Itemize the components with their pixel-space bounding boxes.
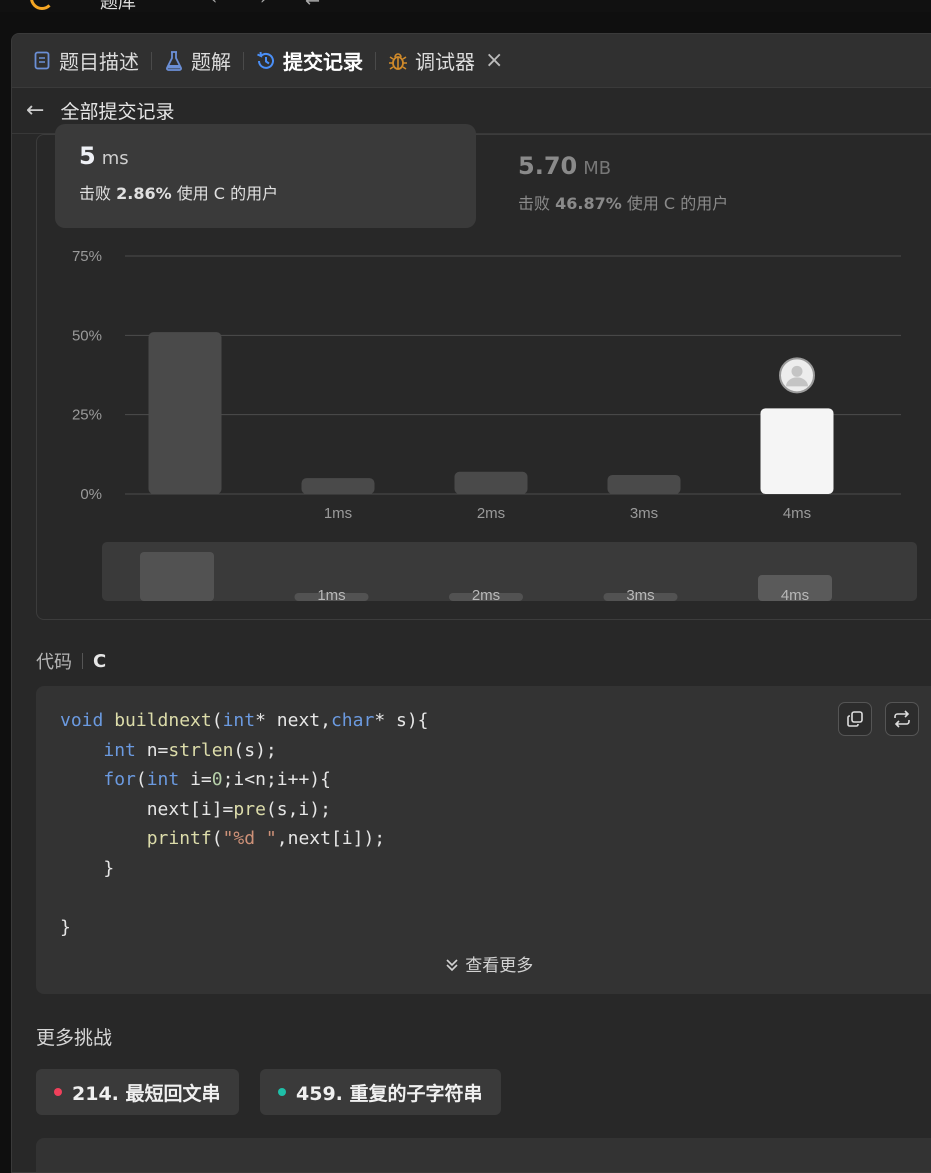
- runtime-card[interactable]: 5 ms 击败 2.86% 使用 C 的用户: [55, 124, 476, 228]
- overview-label: 1ms: [317, 587, 345, 604]
- tab-divider: [243, 51, 244, 70]
- memory-beat-suffix: 使用 C 的用户: [626, 194, 729, 213]
- difficulty-dot: [54, 1088, 62, 1096]
- shuffle-icon[interactable]: ⇄: [305, 0, 320, 9]
- avatar-head: [791, 365, 803, 377]
- wrap-toggle-icon[interactable]: [885, 702, 919, 736]
- runtime-unit: ms: [101, 148, 129, 169]
- memory-unit: MB: [583, 158, 612, 179]
- code-header: 代码 C: [36, 648, 106, 674]
- more-challenges-title: 更多挑战: [36, 1027, 113, 1049]
- problem-list-link[interactable]: 题库: [100, 0, 136, 12]
- memory-beat-prefix: 击败: [518, 194, 551, 213]
- x-tick-label: 1ms: [324, 505, 352, 522]
- bar: [454, 471, 528, 494]
- challenge-label: 214. 最短回文串: [72, 1082, 221, 1105]
- memory-value: 5.70: [518, 152, 578, 180]
- runtime-distribution-chart[interactable]: 75% 50% 25% 0% 1ms 2ms 3ms 4ms 1ms 2ms 3ms 4ms: [36, 239, 926, 604]
- logo-icon[interactable]: [30, 0, 54, 10]
- runtime-beats: 击败 2.86% 使用 C 的用户: [79, 180, 278, 204]
- memory-beat-pct: 46.87%: [555, 194, 622, 213]
- tab-description[interactable]: 题目描述: [32, 46, 139, 75]
- x-tick-label: 2ms: [477, 505, 505, 522]
- code-block[interactable]: void buildnext(int* next,char* s){ int n…: [36, 686, 931, 994]
- y-tick-label: 75%: [72, 248, 102, 265]
- challenge-label: 459. 重复的子字符串: [296, 1082, 483, 1105]
- overview-bar: [140, 552, 214, 601]
- bar: [607, 474, 681, 494]
- tab-submissions-label: 提交记录: [283, 50, 363, 74]
- x-tick-label: 4ms: [783, 505, 811, 522]
- y-tick-label: 50%: [72, 327, 102, 344]
- copy-icon[interactable]: [838, 702, 872, 736]
- memory-value-line[interactable]: 5.70 MB: [518, 152, 611, 180]
- top-bar: 题库 ‹ › ⇄: [0, 0, 931, 12]
- double-chevron-down-icon: [446, 959, 458, 972]
- history-icon: [256, 51, 276, 71]
- runtime-value: 5: [79, 142, 96, 170]
- bar: [301, 478, 375, 494]
- runtime-value-line: 5 ms: [79, 142, 129, 170]
- code-language: C: [93, 650, 107, 672]
- bug-icon: [388, 51, 408, 71]
- tab-bar: 题目描述 题解 提交记录 调试器 ×: [12, 34, 931, 88]
- tab-description-label: 题目描述: [59, 50, 139, 74]
- bottom-card: [36, 1138, 931, 1172]
- bar-current: [760, 408, 834, 494]
- challenge-chip[interactable]: 459. 重复的子字符串: [260, 1069, 501, 1115]
- close-tab-icon[interactable]: ×: [485, 48, 503, 73]
- tab-solutions-label: 题解: [191, 50, 231, 74]
- x-tick-label: 3ms: [630, 505, 658, 522]
- y-tick-label: 0%: [80, 486, 102, 503]
- overview-label: 2ms: [472, 587, 500, 604]
- tab-divider: [375, 51, 376, 70]
- tab-debugger-label: 调试器: [415, 50, 475, 74]
- runtime-beat-prefix: 击败: [79, 184, 112, 203]
- tab-solutions[interactable]: 题解: [164, 46, 231, 75]
- code-label-divider: [82, 653, 83, 669]
- difficulty-dot: [278, 1088, 286, 1096]
- tab-submissions[interactable]: 提交记录: [256, 46, 363, 75]
- bar: [148, 332, 222, 494]
- runtime-beat-suffix: 使用 C 的用户: [176, 184, 279, 203]
- challenge-chip[interactable]: 214. 最短回文串: [36, 1069, 239, 1115]
- y-tick-label: 25%: [72, 407, 102, 424]
- show-more-label: 查看更多: [465, 956, 534, 976]
- runtime-beat-pct: 2.86%: [116, 184, 172, 203]
- flask-icon: [164, 50, 184, 71]
- all-submissions-title: 全部提交记录: [60, 101, 175, 123]
- code-label: 代码: [36, 652, 72, 673]
- nav-back-icon[interactable]: ‹: [210, 0, 217, 9]
- overview-label: 4ms: [781, 587, 809, 604]
- show-more-button[interactable]: 查看更多: [36, 951, 931, 976]
- overview-label: 3ms: [626, 587, 654, 604]
- code-content[interactable]: void buildnext(int* next,char* s){ int n…: [60, 706, 429, 942]
- tab-debugger[interactable]: 调试器: [388, 46, 475, 75]
- memory-beats: 击败 46.87% 使用 C 的用户: [518, 190, 728, 214]
- submission-panel: 题目描述 题解 提交记录 调试器 × ← 全部提交记录 5 ms 击败 2.86…: [11, 33, 931, 1173]
- nav-forward-icon[interactable]: ›: [260, 0, 267, 9]
- document-icon: [32, 51, 52, 71]
- tab-divider: [151, 51, 152, 70]
- back-arrow-icon[interactable]: ←: [26, 98, 44, 123]
